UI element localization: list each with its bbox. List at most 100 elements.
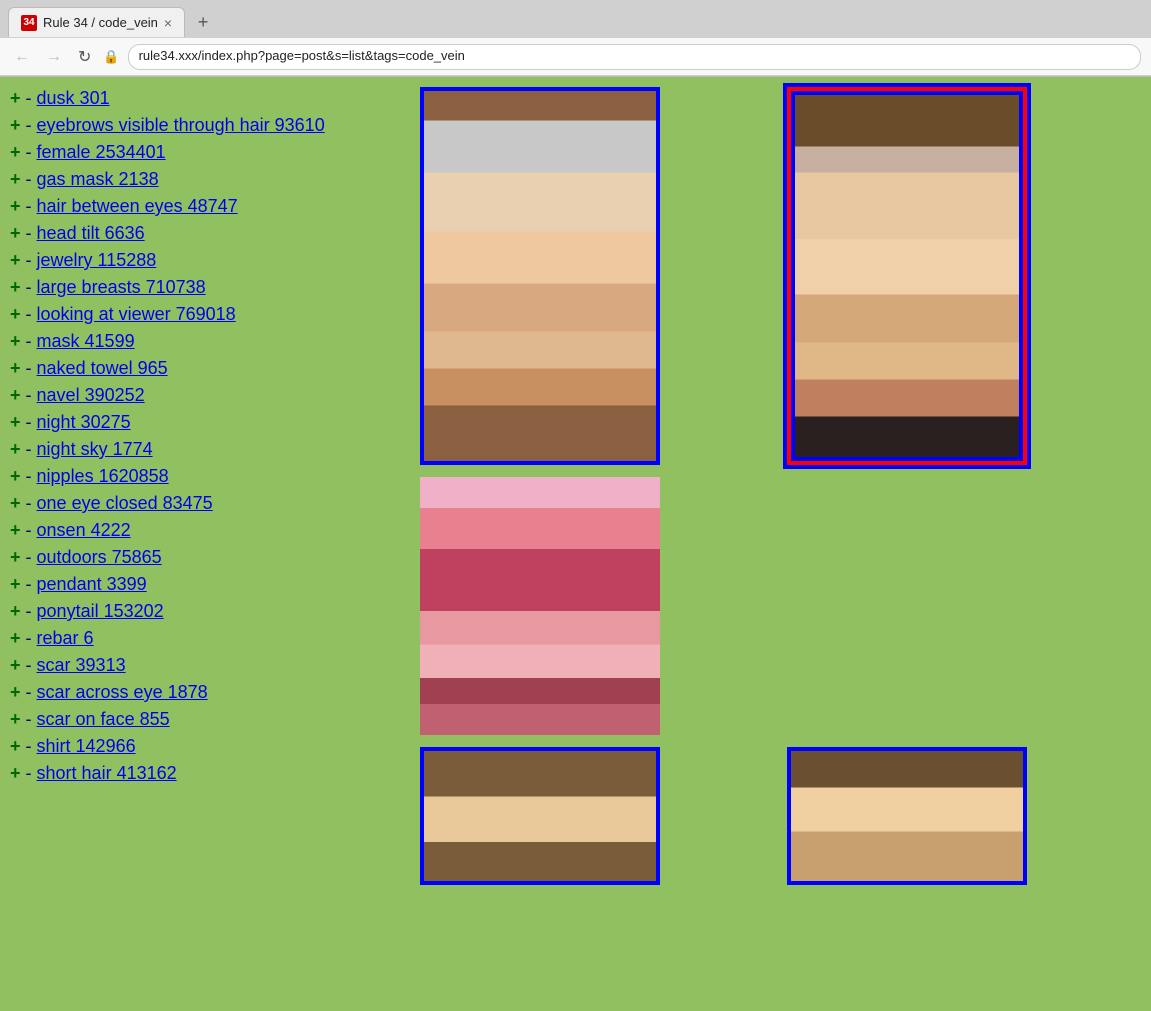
minus-icon[interactable]: -	[26, 115, 37, 135]
tag-link-rebar[interactable]: rebar 6	[37, 628, 94, 648]
tag-link-looking-at-viewer[interactable]: looking at viewer 769018	[37, 304, 236, 324]
image-cell-6[interactable]	[787, 747, 1142, 885]
plus-icon[interactable]: +	[10, 358, 21, 378]
minus-icon[interactable]: -	[26, 169, 37, 189]
plus-icon[interactable]: +	[10, 223, 21, 243]
minus-icon[interactable]: -	[26, 655, 37, 675]
minus-icon[interactable]: -	[26, 142, 37, 162]
tag-link-head-tilt[interactable]: head tilt 6636	[37, 223, 145, 243]
plus-icon[interactable]: +	[10, 439, 21, 459]
new-tab-button[interactable]: +	[189, 8, 217, 36]
tag-link-ponytail[interactable]: ponytail 153202	[37, 601, 164, 621]
minus-icon[interactable]: -	[26, 331, 37, 351]
plus-icon[interactable]: +	[10, 763, 21, 783]
sidebar-item-head-tilt: + - head tilt 6636	[10, 220, 400, 247]
back-button[interactable]: ←	[10, 46, 34, 68]
minus-icon[interactable]: -	[26, 709, 37, 729]
thumbnail-3[interactable]	[420, 477, 660, 735]
plus-icon[interactable]: +	[10, 736, 21, 756]
plus-icon[interactable]: +	[10, 142, 21, 162]
tag-link-gas-mask[interactable]: gas mask 2138	[37, 169, 159, 189]
plus-icon[interactable]: +	[10, 331, 21, 351]
plus-icon[interactable]: +	[10, 250, 21, 270]
tag-link-night[interactable]: night 30275	[37, 412, 131, 432]
tag-link-onsen[interactable]: onsen 4222	[37, 520, 131, 540]
minus-icon[interactable]: -	[26, 574, 37, 594]
plus-icon[interactable]: +	[10, 277, 21, 297]
plus-icon[interactable]: +	[10, 574, 21, 594]
plus-icon[interactable]: +	[10, 115, 21, 135]
plus-icon[interactable]: +	[10, 520, 21, 540]
plus-icon[interactable]: +	[10, 601, 21, 621]
thumbnail-2[interactable]	[787, 87, 1027, 465]
tag-link-female[interactable]: female 2534401	[37, 142, 166, 162]
thumbnail-6[interactable]	[787, 747, 1027, 885]
plus-icon[interactable]: +	[10, 547, 21, 567]
minus-icon[interactable]: -	[26, 736, 37, 756]
tag-link-scar-across-eye[interactable]: scar across eye 1878	[37, 682, 208, 702]
minus-icon[interactable]: -	[26, 385, 37, 405]
tag-link-jewelry[interactable]: jewelry 115288	[37, 250, 157, 270]
sidebar-item-looking-at-viewer: + - looking at viewer 769018	[10, 301, 400, 328]
plus-icon[interactable]: +	[10, 196, 21, 216]
tag-link-navel[interactable]: navel 390252	[37, 385, 145, 405]
thumbnail-4[interactable]	[787, 477, 1027, 735]
minus-icon[interactable]: -	[26, 277, 37, 297]
plus-icon[interactable]: +	[10, 655, 21, 675]
plus-icon[interactable]: +	[10, 682, 21, 702]
forward-button[interactable]: →	[42, 46, 66, 68]
tag-link-hair-between-eyes[interactable]: hair between eyes 48747	[37, 196, 238, 216]
minus-icon[interactable]: -	[26, 763, 37, 783]
plus-icon[interactable]: +	[10, 169, 21, 189]
minus-icon[interactable]: -	[26, 547, 37, 567]
minus-icon[interactable]: -	[26, 88, 37, 108]
minus-icon[interactable]: -	[26, 493, 37, 513]
plus-icon[interactable]: +	[10, 493, 21, 513]
tag-link-mask[interactable]: mask 41599	[37, 331, 135, 351]
minus-icon[interactable]: -	[26, 439, 37, 459]
tag-link-large-breasts[interactable]: large breasts 710738	[37, 277, 206, 297]
tag-link-outdoors[interactable]: outdoors 75865	[37, 547, 162, 567]
tab-close-button[interactable]: ×	[164, 15, 172, 31]
plus-icon[interactable]: +	[10, 466, 21, 486]
minus-icon[interactable]: -	[26, 628, 37, 648]
url-bar[interactable]: rule34.xxx/index.php?page=post&s=list&ta…	[128, 44, 1141, 70]
plus-icon[interactable]: +	[10, 385, 21, 405]
tag-link-night-sky[interactable]: night sky 1774	[37, 439, 153, 459]
image-cell-3[interactable]	[420, 477, 775, 735]
minus-icon[interactable]: -	[26, 196, 37, 216]
plus-icon[interactable]: +	[10, 709, 21, 729]
tag-link-nipples[interactable]: nipples 1620858	[37, 466, 169, 486]
refresh-button[interactable]: ↻	[74, 45, 95, 69]
minus-icon[interactable]: -	[26, 304, 37, 324]
image-cell-4[interactable]	[787, 477, 1142, 735]
tag-link-scar-on-face[interactable]: scar on face 855	[37, 709, 170, 729]
tag-link-naked-towel[interactable]: naked towel 965	[37, 358, 168, 378]
minus-icon[interactable]: -	[26, 601, 37, 621]
minus-icon[interactable]: -	[26, 466, 37, 486]
tag-link-shirt[interactable]: shirt 142966	[37, 736, 136, 756]
plus-icon[interactable]: +	[10, 412, 21, 432]
sidebar-item-navel: + - navel 390252	[10, 382, 400, 409]
tag-link-pendant[interactable]: pendant 3399	[37, 574, 147, 594]
minus-icon[interactable]: -	[26, 358, 37, 378]
tag-link-eyebrows-visible[interactable]: eyebrows visible through hair 93610	[37, 115, 325, 135]
plus-icon[interactable]: +	[10, 304, 21, 324]
plus-icon[interactable]: +	[10, 88, 21, 108]
tag-link-short-hair[interactable]: short hair 413162	[37, 763, 177, 783]
plus-icon[interactable]: +	[10, 628, 21, 648]
minus-icon[interactable]: -	[26, 223, 37, 243]
thumbnail-1[interactable]	[420, 87, 660, 465]
tag-link-scar[interactable]: scar 39313	[37, 655, 126, 675]
minus-icon[interactable]: -	[26, 682, 37, 702]
image-cell-1[interactable]	[420, 87, 775, 465]
tag-link-dusk[interactable]: dusk 301	[37, 88, 110, 108]
image-cell-2[interactable]	[787, 87, 1142, 465]
active-tab[interactable]: 34 Rule 34 / code_vein ×	[8, 7, 185, 37]
image-cell-5[interactable]	[420, 747, 775, 885]
minus-icon[interactable]: -	[26, 412, 37, 432]
tag-link-one-eye-closed[interactable]: one eye closed 83475	[37, 493, 213, 513]
minus-icon[interactable]: -	[26, 520, 37, 540]
minus-icon[interactable]: -	[26, 250, 37, 270]
thumbnail-5[interactable]	[420, 747, 660, 885]
